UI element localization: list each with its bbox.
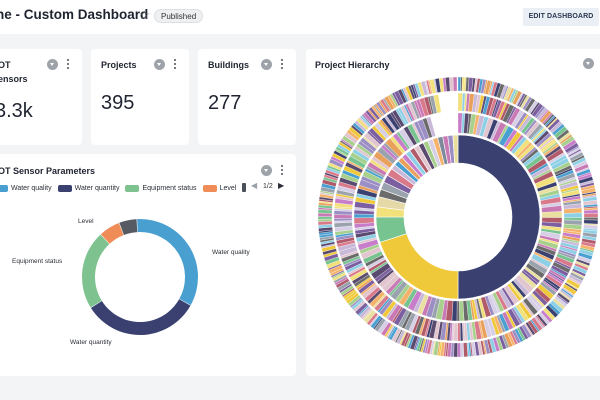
sunburst-segment[interactable] bbox=[449, 76, 454, 92]
sunburst-segment[interactable] bbox=[457, 76, 461, 92]
sunburst-segment[interactable] bbox=[456, 300, 460, 322]
sunburst-segment[interactable] bbox=[583, 213, 598, 218]
sunburst-segment[interactable] bbox=[563, 212, 583, 218]
card-title: ensors bbox=[0, 74, 28, 84]
legend-label: Level bbox=[219, 184, 237, 192]
sunburst-segment[interactable] bbox=[541, 211, 563, 218]
more-options-icon[interactable] bbox=[174, 59, 177, 70]
iot-sensors-card: OT ensors 3.3k bbox=[0, 49, 82, 145]
legend-swatch bbox=[0, 184, 8, 192]
more-options-icon[interactable] bbox=[67, 59, 70, 70]
donut-label-level: Level bbox=[78, 218, 94, 225]
filter-icon[interactable] bbox=[261, 165, 272, 176]
legend-label: Water quantity bbox=[74, 184, 120, 192]
donut-slice[interactable] bbox=[137, 219, 199, 306]
sunburst-segment[interactable] bbox=[452, 76, 458, 92]
legend-page-indicator: 1/2 bbox=[263, 183, 273, 190]
sunburst-segment[interactable] bbox=[453, 342, 458, 358]
card-title: Projects bbox=[101, 60, 137, 70]
sunburst-segment[interactable] bbox=[318, 220, 333, 226]
sunburst-segment[interactable] bbox=[318, 218, 333, 222]
legend-next-icon[interactable]: ▶ bbox=[278, 181, 284, 190]
sunburst-segment[interactable] bbox=[460, 342, 464, 358]
donut-slice[interactable] bbox=[90, 299, 191, 335]
status-badge: Published bbox=[154, 9, 204, 23]
legend-item[interactable]: Water quantity bbox=[57, 184, 120, 192]
legend-label: Equipment status bbox=[142, 184, 197, 192]
sunburst-segment[interactable] bbox=[318, 216, 333, 220]
chart-legend: Water quality Water quantity Equipment s… bbox=[0, 183, 242, 193]
sensor-donut-chart bbox=[82, 219, 199, 335]
legend-prev-icon[interactable]: ◀ bbox=[251, 181, 257, 190]
sunburst-segment[interactable] bbox=[463, 342, 469, 358]
filter-icon[interactable] bbox=[47, 59, 58, 70]
legend-swatch bbox=[125, 184, 140, 192]
dashboard-title: ne - Custom Dashboard bbox=[0, 7, 149, 22]
more-options-icon[interactable] bbox=[281, 59, 284, 70]
buildings-card: Buildings 277 bbox=[198, 49, 296, 145]
donut-label-equipment-status: Equipment status bbox=[12, 258, 63, 265]
sunburst-segment[interactable] bbox=[457, 322, 461, 342]
legend-item[interactable]: Level bbox=[202, 184, 237, 192]
sunburst-segment[interactable] bbox=[333, 218, 353, 222]
metric-value: 277 bbox=[208, 92, 242, 114]
card-title: OT bbox=[0, 60, 11, 70]
sunburst-segment[interactable] bbox=[457, 342, 461, 358]
star-icon[interactable]: ☆ bbox=[139, 8, 150, 22]
card-title: Buildings bbox=[208, 60, 249, 70]
legend-swatch bbox=[57, 184, 72, 192]
legend-label: Water quality bbox=[11, 184, 52, 192]
metric-value: 395 bbox=[101, 92, 135, 114]
project-hierarchy-sunburst bbox=[318, 76, 598, 358]
sunburst-segment[interactable] bbox=[583, 209, 598, 214]
metric-value: 3.3k bbox=[0, 100, 33, 122]
filter-icon[interactable] bbox=[261, 59, 272, 70]
donut-label-water-quality: Water quality bbox=[212, 249, 250, 256]
filter-icon[interactable] bbox=[583, 58, 594, 69]
more-options-icon[interactable] bbox=[281, 165, 284, 176]
projects-card: Projects 395 bbox=[91, 49, 189, 145]
legend-item[interactable]: Water quality bbox=[0, 184, 52, 192]
legend-swatch bbox=[202, 184, 217, 192]
edit-dashboard-button[interactable]: EDIT DASHBOARD bbox=[523, 8, 599, 26]
legend-item[interactable]: Equipment status bbox=[125, 184, 197, 192]
card-title: Project Hierarchy bbox=[315, 60, 390, 70]
donut-slice[interactable] bbox=[82, 234, 110, 308]
legend-overflow-swatch bbox=[242, 183, 246, 192]
sunburst-segment[interactable] bbox=[318, 212, 333, 217]
card-title: OT Sensor Parameters bbox=[0, 166, 96, 176]
donut-label-water-quantity: Water quantity bbox=[70, 339, 112, 346]
sunburst-segment[interactable] bbox=[333, 214, 353, 219]
top-bar: ne - Custom Dashboard ☆ Published EDIT D… bbox=[0, 0, 600, 34]
filter-icon[interactable] bbox=[154, 59, 165, 70]
